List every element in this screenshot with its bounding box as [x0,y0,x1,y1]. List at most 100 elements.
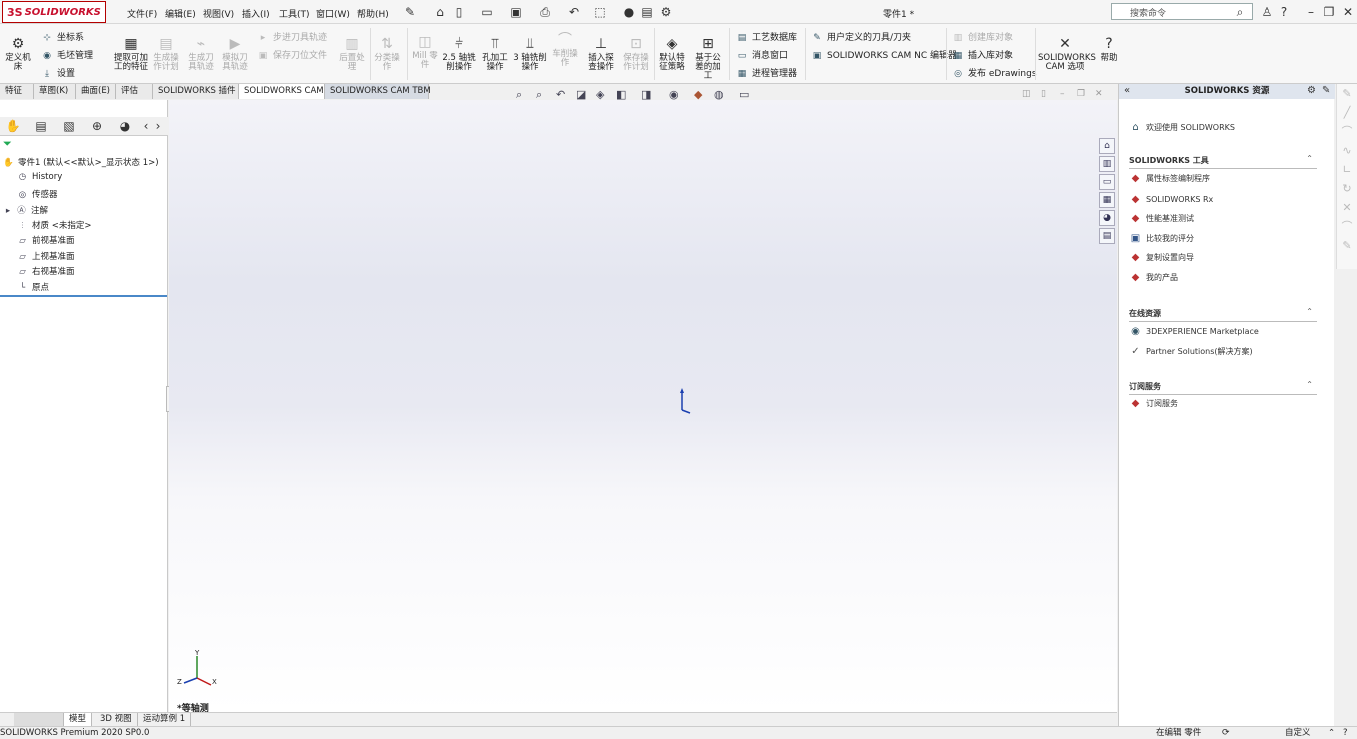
tree-root-part[interactable]: ✋ 零件1 (默认<<默认>_显示状态 1>) [2,156,158,168]
save-cl-button[interactable]: ▣ 保存刀位文件 [256,48,327,61]
ink-pen-icon[interactable]: ✎ [1337,84,1357,103]
cam-options-button[interactable]: ✕ SOLIDWORKS CAM 选项 [1038,36,1096,72]
viewport-restore-icon[interactable]: ❐ [1077,89,1085,99]
mill-part-button[interactable]: ◫ Mill 零件 [410,34,440,70]
appearances-icon[interactable]: ◕ [1099,210,1115,226]
ink-spline-icon[interactable]: ∿ [1337,141,1357,160]
help-icon[interactable]: ? [1277,5,1291,19]
create-lib-button[interactable]: ▥ 创建库对象 [951,30,1013,43]
tree-item-annotations[interactable]: ▸ Ⓐ 注解 [4,204,48,216]
property-manager-icon[interactable]: ▤ [28,118,54,135]
tab-cam[interactable]: SOLIDWORKS CAM [239,84,325,99]
section-view-icon[interactable]: ◪ [576,88,586,101]
extract-features-button[interactable]: ▦ 提取可加工的特征 [114,36,148,72]
restore-window-icon[interactable]: ❐ [1322,5,1336,19]
select-icon[interactable]: ⬚ [593,5,607,19]
tool-link-4[interactable]: ◆ 复制设置向导 [1129,252,1194,263]
chevron-up-icon[interactable]: ⌃ [1328,727,1335,739]
new-doc-icon[interactable]: ▯ [452,5,466,19]
tolerance-based-button[interactable]: ⊞ 基于公差的加工 [692,36,724,81]
display-style-icon[interactable]: ◨ [641,88,651,101]
tree-item-front-plane[interactable]: ▱ 前视基准面 [16,234,74,246]
tab-model[interactable]: 模型 [64,713,93,726]
feature-manager-icon[interactable]: ✋ [0,118,26,135]
open-icon[interactable]: ▭ [480,5,494,19]
menu-edit[interactable]: 编辑(E) [165,7,196,20]
user-tool-button[interactable]: ✎ 用户定义的刀具/刀夹 [810,30,911,43]
pane-pin-icon[interactable]: ✎ [1322,85,1330,96]
coord-sys-button[interactable]: ⊹ 坐标系 [40,30,84,43]
step-toolpath-button[interactable]: ▸ 步进刀具轨迹 [256,30,327,43]
tool-link-1[interactable]: ◆ SOLIDWORKS Rx [1129,194,1214,205]
sim-toolpath-button[interactable]: ▶ 模拟刀具轨迹 [219,36,251,72]
tab-motion-study[interactable]: 运动算例 1 [138,713,192,726]
minimize-window-icon[interactable]: – [1304,5,1318,19]
chevron-left-icon[interactable]: ‹ [140,118,152,135]
define-machine-button[interactable]: ⚙ 定义机床 [3,36,33,72]
op-25axis-button[interactable]: ⫩ 2.5 轴铣削操作 [442,36,476,72]
chevron-up-icon[interactable]: ⌃ [1306,307,1313,316]
config-manager-icon[interactable]: ▧ [56,118,82,135]
ink-brush-icon[interactable]: ✎ [1337,236,1357,255]
apply-scene-icon[interactable]: ◍ [714,88,724,101]
rebuild-status-icon[interactable]: ⟳ [1222,727,1230,739]
pin-icon[interactable]: ✎ [403,5,417,19]
rebuild-icon[interactable]: ● [622,5,636,19]
hide-show-icon[interactable]: ◉ [669,88,679,101]
subscription-section-header[interactable]: 订阅服务 ⌃ [1129,380,1317,395]
dimxpert-icon[interactable]: ⊕ [84,118,110,135]
gen-toolpath-button[interactable]: ⌁ 生成刀具轨迹 [185,36,217,72]
tab-3d-views[interactable]: 3D 视图 [95,713,138,726]
menu-help[interactable]: 帮助(H) [357,7,389,20]
menu-window[interactable]: 窗口(W) [316,7,350,20]
online-link-0[interactable]: ◉ 3DEXPERIENCE Marketplace [1129,326,1259,337]
default-strategy-button[interactable]: ◈ 默认特征策略 [656,36,688,72]
tab-addins[interactable]: SOLIDWORKS 插件 [153,84,239,99]
menu-file[interactable]: 文件(F) [127,7,157,20]
help-status-icon[interactable]: ? [1343,727,1348,739]
op-3axis-button[interactable]: ⫫ 3 轴铣削操作 [513,36,547,72]
insert-lib-button[interactable]: ▦ 插入库对象 [951,48,1013,61]
ink-curve-icon[interactable]: ⌒ [1337,217,1357,236]
publish-edrawings-button[interactable]: ◎ 发布 eDrawings [951,66,1036,79]
expand-arrow-icon[interactable]: ▸ [4,206,12,216]
chevron-up-icon[interactable]: ⌃ [1306,154,1313,163]
home-icon[interactable]: ⌂ [433,5,447,19]
zoom-to-fit-icon[interactable]: ⌕ [516,88,522,102]
previous-view-icon[interactable]: ↶ [556,88,565,101]
msg-window-button[interactable]: ▭ 消息窗口 [735,48,788,61]
tree-item-history[interactable]: ◷ History [16,172,62,182]
help-button[interactable]: ? 帮助 [1096,36,1122,63]
menu-tools[interactable]: 工具(T) [279,7,310,20]
options-gear-icon[interactable]: ⚙ [659,5,673,19]
save-op-plan-button[interactable]: ⊡ 保存操作计划 [620,36,652,72]
gen-op-plan-button[interactable]: ▤ 生成操作计划 [150,36,182,72]
resources-home-icon[interactable]: ⌂ [1099,138,1115,154]
view-palette-icon[interactable]: ▦ [1099,192,1115,208]
unit-system-select[interactable]: 自定义 [1285,727,1311,739]
welcome-link[interactable]: ⌂ 欢迎使用 SOLIDWORKS [1129,122,1235,133]
custom-props-icon[interactable]: ▤ [1099,228,1115,244]
stock-manager-button[interactable]: ◉ 毛坯管理 [40,48,93,61]
viewport-new-icon[interactable]: ▯ [1041,89,1046,99]
hole-op-button[interactable]: ⫪ 孔加工操作 [479,36,511,72]
chevron-up-icon[interactable]: ⌃ [1306,380,1313,389]
nc-editor-button[interactable]: ▣ SOLIDWORKS CAM NC 编辑器 [810,48,957,61]
ink-corner-icon[interactable]: ∟ [1337,160,1357,179]
tree-item-sensors[interactable]: ◎ 传感器 [16,188,58,200]
tab-nav-arrows[interactable] [14,713,64,726]
ink-arc-icon[interactable]: ⌒ [1337,122,1357,141]
tool-link-2[interactable]: ◆ 性能基准测试 [1129,213,1194,224]
view-orientation-icon[interactable]: ◧ [616,88,626,101]
collapse-pane-icon[interactable]: « [1124,85,1130,96]
print-icon[interactable]: ⎙ [538,5,552,19]
filter-icon[interactable]: ⏷ [3,137,12,151]
tools-section-header[interactable]: SOLIDWORKS 工具 ⌃ [1129,154,1317,169]
tab-cam-tbm[interactable]: SOLIDWORKS CAM TBM [325,84,431,99]
save-icon[interactable]: ▣ [509,5,523,19]
tree-item-right-plane[interactable]: ▱ 右视基准面 [16,265,74,277]
menu-insert[interactable]: 插入(I) [242,7,270,20]
search-icon[interactable]: ⌕ [1233,5,1247,19]
rollback-bar[interactable] [0,295,167,297]
ink-cross-icon[interactable]: ✕ [1337,198,1357,217]
